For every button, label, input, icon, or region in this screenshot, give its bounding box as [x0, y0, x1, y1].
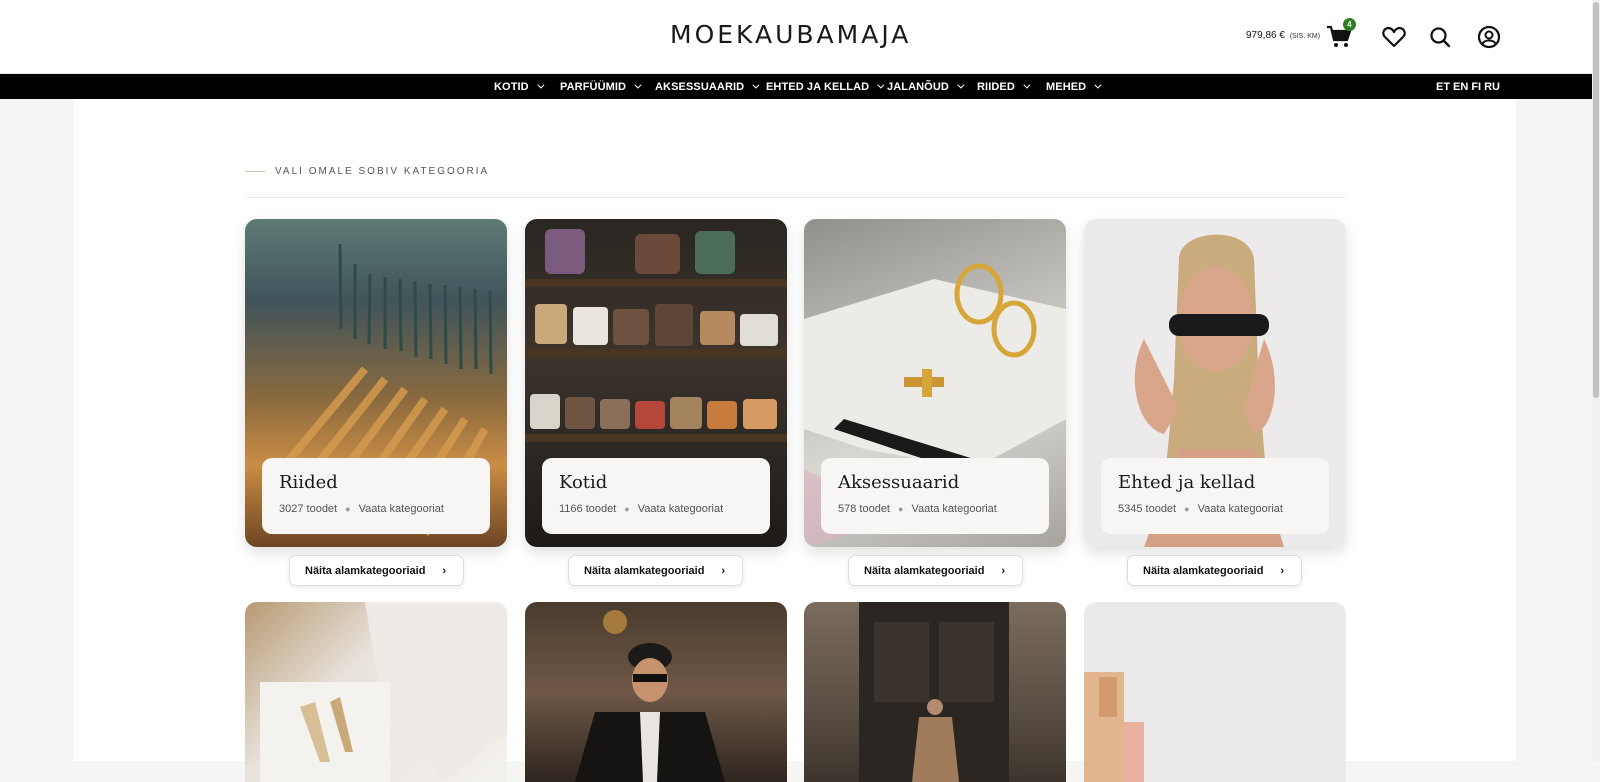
nav-label: AKSESSUAARID	[655, 80, 745, 93]
category-card-aksessuaarid[interactable]: Aksessuaarid 578 toodet ● Vaata kategoor…	[804, 219, 1066, 547]
category-card-parfuumid[interactable]	[1084, 602, 1346, 782]
button-label: Näita alamkategooriaid	[1143, 564, 1264, 577]
product-count: 1166 toodet	[559, 503, 617, 515]
show-subcategories-button[interactable]: Näita alamkategooriaid ›	[568, 555, 743, 586]
nav-item-kotid[interactable]: KOTID	[494, 74, 545, 99]
view-category-link[interactable]: Vaata kategooriat	[359, 503, 444, 515]
chevron-down-icon	[634, 81, 642, 89]
product-count: 3027 toodet	[279, 503, 338, 515]
heading-line	[245, 171, 265, 172]
nav-item-mehed[interactable]: MEHED	[1046, 74, 1102, 99]
cart-vat-note: (SIS. KM)	[1289, 33, 1321, 40]
page-scrollbar[interactable]	[1592, 0, 1600, 761]
button-label: Näita alamkategooriaid	[584, 564, 705, 577]
chevron-down-icon	[752, 81, 760, 89]
show-subcategories-button[interactable]: Näita alamkategooriaid ›	[848, 555, 1023, 586]
site-header: MOEKAUBAMAJA 979,86 € (SIS. KM) 4	[0, 0, 1592, 74]
chevron-right-icon: ›	[721, 565, 725, 577]
category-image-jalanoud	[260, 602, 507, 782]
chevron-right-icon: ›	[1280, 565, 1284, 577]
language-switcher: ET EN FI RU	[1436, 74, 1500, 99]
product-count: 5345 toodet	[1118, 503, 1177, 515]
nav-label: MEHED	[1046, 80, 1087, 93]
category-image-mehed	[575, 610, 725, 782]
view-category-link[interactable]: Vaata kategooriat	[638, 503, 723, 515]
user-icon[interactable]	[1476, 24, 1502, 50]
cart-count-badge: 4	[1343, 18, 1356, 31]
show-subcategories-button[interactable]: Näita alamkategooriaid ›	[1127, 555, 1302, 586]
category-card-ehted-ja-kellad[interactable]: Ehted ja kellad 5345 toodet ● Vaata kate…	[1084, 219, 1346, 547]
nav-item-parfuumid[interactable]: PARFÜÜMID	[560, 74, 642, 99]
show-subcategories-button[interactable]: Näita alamkategooriaid ›	[289, 555, 464, 586]
chevron-down-icon	[1023, 81, 1031, 89]
separator-dot: ●	[345, 504, 351, 514]
divider	[245, 197, 1347, 198]
view-category-link[interactable]: Vaata kategooriat	[1198, 503, 1283, 515]
button-label: Näita alamkategooriaid	[305, 564, 426, 577]
section-heading: VALI OMALE SOBIV KATEGOORIA	[245, 166, 489, 177]
separator-dot: ●	[898, 504, 904, 514]
chevron-down-icon	[1094, 81, 1102, 89]
category-image-parfuumid	[1084, 672, 1144, 782]
category-meta: 1166 toodet ● Vaata kategooriat	[559, 503, 753, 515]
category-card-kotid[interactable]: Kotid 1166 toodet ● Vaata kategooriat	[525, 219, 787, 547]
category-title: Ehted ja kellad	[1118, 472, 1256, 493]
category-image-card-7	[859, 602, 1009, 782]
chevron-down-icon	[957, 81, 965, 89]
category-info-box: Kotid 1166 toodet ● Vaata kategooriat	[542, 458, 770, 534]
view-category-link[interactable]: Vaata kategooriat	[911, 503, 996, 515]
nav-item-jalanoud[interactable]: JALANÕUD	[887, 74, 965, 99]
category-meta: 3027 toodet ● Vaata kategooriat	[279, 503, 473, 515]
lang-en[interactable]: EN	[1453, 81, 1468, 93]
lang-fi[interactable]: FI	[1471, 81, 1481, 93]
category-card-mehed[interactable]	[525, 602, 787, 782]
nav-item-aksessuaarid[interactable]: AKSESSUAARID	[655, 74, 760, 99]
nav-label: JALANÕUD	[887, 80, 949, 93]
nav-label: KOTID	[494, 80, 529, 93]
chevron-down-icon	[537, 81, 545, 89]
product-count: 578 toodet	[838, 503, 890, 515]
category-info-box: Ehted ja kellad 5345 toodet ● Vaata kate…	[1101, 458, 1329, 534]
category-title: Aksessuaarid	[838, 472, 960, 493]
main-nav: KOTID PARFÜÜMID AKSESSUAARID EHTED JA KE…	[0, 74, 1592, 99]
category-card-jalanoud[interactable]	[245, 602, 507, 782]
site-logo[interactable]: MOEKAUBAMAJA	[670, 20, 911, 49]
section-heading-text: VALI OMALE SOBIV KATEGOORIA	[275, 166, 490, 177]
chevron-down-icon	[877, 81, 885, 89]
main-content: VALI OMALE SOBIV KATEGOORIA Riided 3027 …	[74, 99, 1516, 782]
category-card-riided[interactable]: Riided 3027 toodet ● Vaata kategooriat	[245, 219, 507, 547]
chevron-right-icon: ›	[1001, 565, 1005, 577]
cart-total[interactable]: 979,86 € (SIS. KM)	[1246, 30, 1320, 41]
nav-item-riided[interactable]: RIIDED	[977, 74, 1031, 99]
button-label: Näita alamkategooriaid	[864, 564, 985, 577]
category-info-box: Aksessuaarid 578 toodet ● Vaata kategoor…	[821, 458, 1049, 534]
category-meta: 578 toodet ● Vaata kategooriat	[838, 503, 1032, 515]
search-icon[interactable]	[1427, 24, 1453, 50]
nav-label: RIIDED	[977, 80, 1015, 93]
separator-dot: ●	[624, 504, 630, 514]
separator-dot: ●	[1184, 504, 1190, 514]
nav-label: PARFÜÜMID	[560, 80, 627, 93]
cart-total-amount: 979,86 €	[1246, 30, 1285, 41]
lang-ru[interactable]: RU	[1484, 81, 1500, 93]
nav-label: EHTED JA KELLAD	[766, 80, 870, 93]
category-title: Kotid	[559, 472, 608, 493]
chevron-right-icon: ›	[442, 565, 446, 577]
category-info-box: Riided 3027 toodet ● Vaata kategooriat	[262, 458, 490, 534]
category-title: Riided	[279, 472, 338, 493]
category-card-riided-2[interactable]	[804, 602, 1066, 782]
scrollbar-thumb[interactable]	[1593, 2, 1599, 398]
lang-et[interactable]: ET	[1436, 81, 1450, 93]
nav-item-ehted-ja-kellad[interactable]: EHTED JA KELLAD	[766, 74, 885, 99]
heart-icon[interactable]	[1381, 24, 1407, 50]
category-meta: 5345 toodet ● Vaata kategooriat	[1118, 503, 1312, 515]
